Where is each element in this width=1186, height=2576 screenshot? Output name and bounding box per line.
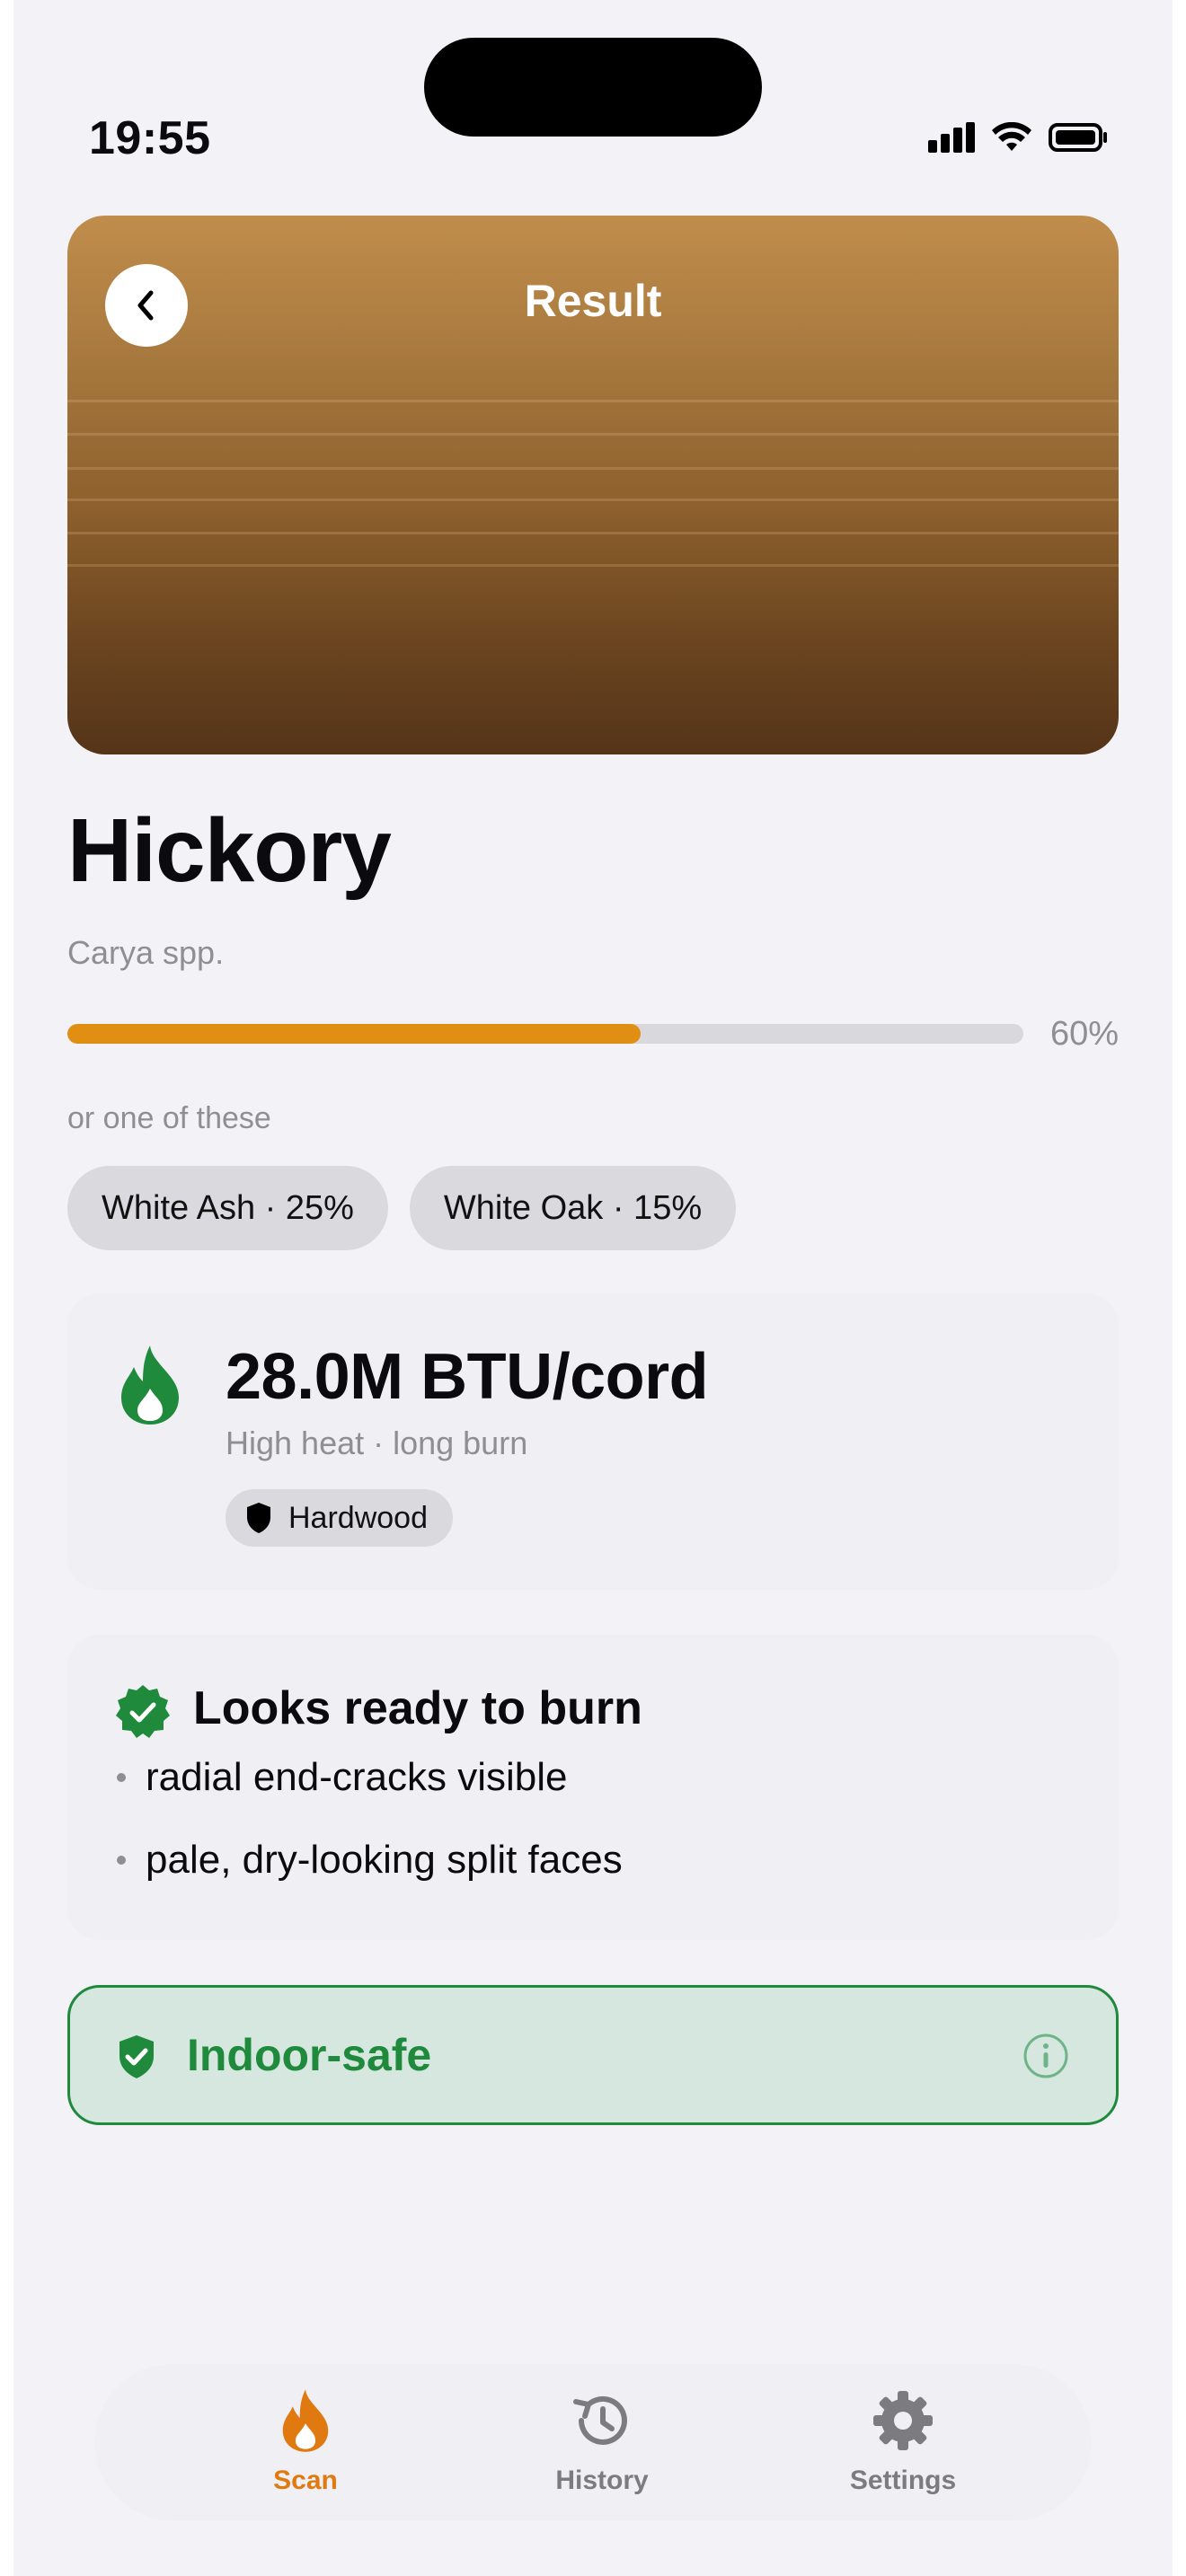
confidence-bar-fill [67, 1024, 642, 1044]
flame-icon [282, 2389, 329, 2452]
checkmark-seal-icon [116, 1685, 170, 1738]
confidence-bar [67, 1024, 1023, 1044]
species-name: Hickory [67, 800, 392, 901]
wood-photo: Result [67, 216, 1119, 754]
tab-label: Settings [849, 2466, 957, 2495]
tab-history[interactable]: History [503, 2387, 701, 2496]
screen: 19:55 Result Hickory Carya spp. 60% or o… [13, 0, 1173, 2576]
alternatives-label: or one of these [67, 1101, 271, 1135]
dynamic-island [424, 38, 762, 137]
readiness-card: Looks ready to burn radial end-cracks vi… [67, 1635, 1119, 1940]
tab-settings[interactable]: Settings [804, 2387, 1002, 2496]
wood-type-label: Hardwood [288, 1500, 428, 1535]
flame-icon [121, 1345, 179, 1425]
shield-check-icon [119, 2035, 154, 2078]
scientific-name: Carya spp. [67, 934, 225, 971]
alternative-chip[interactable]: White Ash · 25% [67, 1166, 388, 1250]
alternatives-list: White Ash · 25% White Oak · 15% [67, 1166, 737, 1250]
status-time: 19:55 [89, 112, 211, 164]
tab-label: Scan [273, 2466, 338, 2495]
wood-type-badge: Hardwood [226, 1489, 453, 1547]
status-icons [928, 122, 1108, 153]
confidence-label: 60% [1049, 1015, 1119, 1053]
shield-icon [247, 1503, 270, 1533]
alternative-chip[interactable]: White Oak · 15% [409, 1166, 737, 1250]
cellular-signal-icon [928, 122, 975, 153]
indoor-safety-banner[interactable]: Indoor-safe [67, 1985, 1119, 2125]
safety-label: Indoor-safe [187, 2030, 432, 2080]
heat-description: High heat · long burn [226, 1425, 528, 1461]
btu-value: 28.0M BTU/cord [226, 1341, 709, 1413]
info-icon[interactable] [1022, 2033, 1069, 2079]
history-icon [573, 2395, 627, 2445]
readiness-reason: pale, dry-looking split faces [117, 1838, 623, 1883]
tab-label: History [555, 2466, 649, 2495]
tab-scan[interactable]: Scan [207, 2387, 404, 2496]
page-title: Result [524, 276, 662, 326]
readiness-title: Looks ready to burn [193, 1682, 642, 1734]
readiness-reason: radial end-cracks visible [117, 1755, 568, 1800]
tab-bar: Scan History Settings [94, 2364, 1092, 2520]
wifi-icon [992, 122, 1031, 151]
battery-icon [1049, 123, 1107, 152]
gear-icon [873, 2391, 933, 2450]
heat-card: 28.0M BTU/cord High heat · long burn Har… [67, 1293, 1119, 1590]
